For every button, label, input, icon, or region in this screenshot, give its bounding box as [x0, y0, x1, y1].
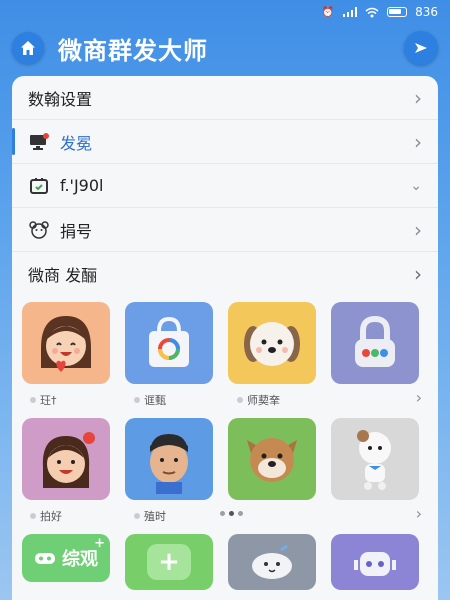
green-action-button[interactable]: 综观 +	[22, 534, 110, 582]
caption: 拍好	[30, 508, 62, 524]
shopping-bag-icon	[149, 316, 189, 367]
chevron-right-icon[interactable]: ›	[416, 504, 422, 523]
man-face-icon	[150, 434, 188, 494]
sticker-puppy[interactable]	[228, 302, 316, 384]
caption-row-2: 拍好 殖时 ›	[12, 500, 438, 528]
send-icon	[415, 43, 427, 53]
sticker-add-tile[interactable]: +	[125, 534, 213, 590]
bear-icon	[28, 220, 50, 240]
section-header[interactable]: 微商 发酾 ›	[12, 252, 438, 296]
girl-face-icon	[41, 316, 91, 372]
menu-item-account[interactable]: 捐号 ›	[12, 208, 438, 252]
sticker-baby-figure[interactable]	[331, 418, 419, 500]
status-bar: ⏰ 836	[0, 0, 450, 24]
chevron-right-icon[interactable]: ›	[416, 388, 422, 407]
menu-item-settings[interactable]: 数翰设置 ›	[12, 76, 438, 120]
alarm-icon: ⏰	[321, 6, 335, 18]
section-title: 微商 发酾	[28, 266, 98, 285]
sticker-robot-tile[interactable]	[331, 534, 419, 590]
sticker-grid-row-3: 综观 + +	[12, 528, 438, 590]
battery-icon	[387, 7, 408, 17]
sticker-grid-row-2	[12, 412, 438, 500]
app-header: 微商群发大师	[0, 28, 450, 68]
chevron-right-icon: ›	[414, 85, 422, 110]
plus-badge-icon: +	[94, 536, 105, 551]
sticker-girl-smile[interactable]	[22, 418, 110, 500]
dog-icon	[247, 438, 297, 482]
cloud-face-icon	[252, 544, 292, 579]
home-icon	[21, 41, 35, 55]
add-icon: +	[147, 544, 191, 580]
clock-icon	[28, 176, 50, 196]
battery-level: 836	[415, 5, 438, 19]
menu-item-label: 发冕	[60, 133, 93, 153]
chevron-right-icon: ›	[414, 262, 422, 286]
caption: 玨†	[30, 392, 57, 408]
main-panel: 数翰设置 › 发冕 › f.'J90l ⌄ 捐号 › 微商 发酾 › 玨† 诓甄…	[12, 76, 438, 600]
gamepad-icon	[35, 553, 55, 564]
baby-figure-icon	[357, 430, 391, 490]
sticker-lock[interactable]	[331, 302, 419, 384]
menu-item-send[interactable]: 发冕 ›	[12, 120, 438, 164]
girl-smile-icon	[42, 432, 95, 488]
signal-icon	[343, 7, 358, 18]
home-button[interactable]	[12, 32, 44, 64]
sticker-shopping-bag[interactable]	[125, 302, 213, 384]
sticker-cloud-tile[interactable]	[228, 534, 316, 590]
green-button-label: 综观	[62, 549, 98, 570]
caption: 师葜羍	[237, 392, 280, 408]
menu-item-label: 数翰设置	[28, 89, 93, 109]
page-indicator	[220, 511, 243, 516]
sticker-dog[interactable]	[228, 418, 316, 500]
chevron-down-icon: ⌄	[410, 177, 422, 194]
chevron-right-icon: ›	[414, 129, 422, 154]
puppy-icon	[244, 322, 300, 366]
menu-item-label: f.'J90l	[60, 176, 104, 195]
monitor-icon	[28, 132, 50, 152]
lock-icon	[355, 315, 395, 367]
menu-item-timer[interactable]: f.'J90l ⌄	[12, 164, 438, 208]
chevron-right-icon: ›	[414, 217, 422, 242]
sticker-grid-row-1	[12, 296, 438, 384]
caption: 诓甄	[134, 392, 166, 408]
caption-row-1: 玨† 诓甄 师葜羍 ›	[12, 384, 438, 412]
wifi-icon	[365, 7, 379, 18]
sticker-man[interactable]	[125, 418, 213, 500]
menu-item-label: 捐号	[60, 221, 93, 241]
sticker-girl-heart[interactable]	[22, 302, 110, 384]
caption: 殖时	[134, 508, 166, 524]
page-title: 微商群发大师	[58, 36, 208, 65]
send-button[interactable]	[404, 31, 438, 65]
robot-icon	[354, 552, 396, 576]
